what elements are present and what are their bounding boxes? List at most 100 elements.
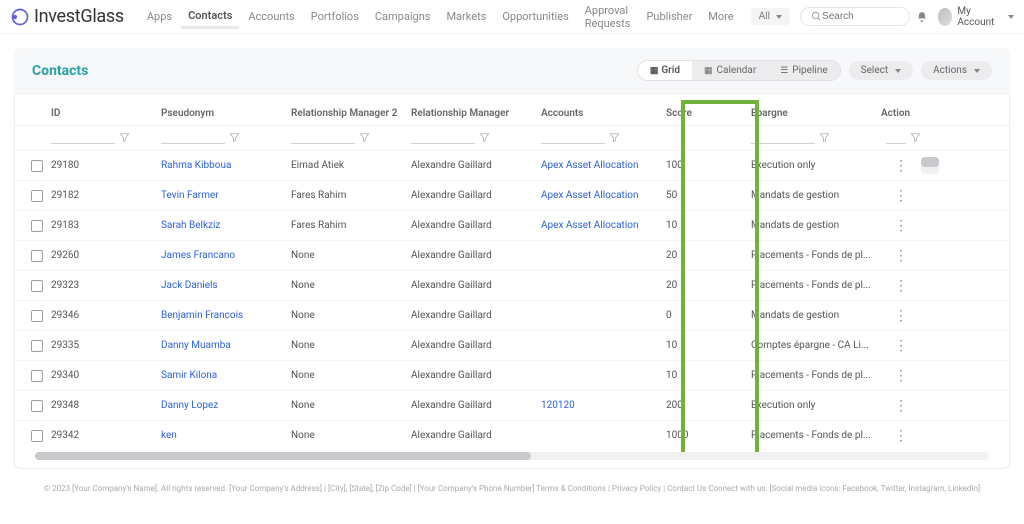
cell-pseudonym[interactable]: Jack Daniels bbox=[161, 280, 291, 291]
cell-accounts[interactable]: Apex Asset Allocation bbox=[541, 220, 666, 231]
filter-input-action[interactable] bbox=[886, 130, 906, 144]
cell-score: 200 bbox=[666, 400, 751, 411]
nav-item-contacts[interactable]: Contacts bbox=[181, 5, 239, 29]
cell-rm: Alexandre Gaillard bbox=[411, 370, 541, 381]
search-input[interactable] bbox=[822, 11, 899, 22]
page-header: Contacts ▦ Grid ▦ Calendar ☰ Pipeline Se… bbox=[14, 48, 1010, 94]
filter-input-id[interactable] bbox=[51, 130, 115, 144]
row-actions-menu[interactable]: ⋮ bbox=[881, 368, 921, 384]
row-actions-menu[interactable]: ⋮ bbox=[881, 428, 921, 444]
row-actions-menu[interactable]: ⋮ bbox=[881, 278, 921, 294]
col-rm[interactable]: Relationship Manager bbox=[411, 108, 541, 119]
filter-icon[interactable] bbox=[359, 132, 370, 143]
nav-item-accounts[interactable]: Accounts bbox=[241, 6, 301, 27]
col-pseudonym[interactable]: Pseudonym bbox=[161, 108, 291, 119]
row-checkbox[interactable] bbox=[31, 220, 43, 232]
row-actions-menu[interactable]: ⋮ bbox=[881, 308, 921, 324]
cell-id: 29342 bbox=[51, 430, 161, 441]
scrollbar-thumb[interactable] bbox=[921, 157, 939, 167]
filter-icon[interactable] bbox=[609, 132, 620, 143]
actions-dropdown[interactable]: Actions bbox=[921, 61, 992, 80]
table-container: ID Pseudonym Relationship Manager 2 Rela… bbox=[14, 94, 1010, 469]
cell-pseudonym[interactable]: Sarah Belkziz bbox=[161, 220, 291, 231]
cell-rm: Alexandre Gaillard bbox=[411, 250, 541, 261]
row-checkbox[interactable] bbox=[31, 280, 43, 292]
cell-pseudonym[interactable]: Danny Muamba bbox=[161, 340, 291, 351]
view-pipeline-button[interactable]: ☰ Pipeline bbox=[768, 61, 839, 80]
notifications-icon[interactable] bbox=[916, 10, 928, 24]
nav-item-campaigns[interactable]: Campaigns bbox=[368, 6, 438, 27]
view-calendar-button[interactable]: ▦ Calendar bbox=[692, 61, 768, 80]
horizontal-scrollbar[interactable] bbox=[35, 452, 989, 460]
filter-icon[interactable] bbox=[119, 132, 130, 143]
row-checkbox[interactable] bbox=[31, 310, 43, 322]
scrollbar-thumb[interactable] bbox=[35, 452, 531, 460]
cell-accounts[interactable]: Apex Asset Allocation bbox=[541, 160, 666, 171]
col-action[interactable]: Action bbox=[881, 108, 921, 119]
row-checkbox[interactable] bbox=[31, 400, 43, 412]
col-epargne[interactable]: Epargne bbox=[751, 108, 881, 119]
global-search[interactable] bbox=[800, 7, 910, 26]
cell-pseudonym[interactable]: Danny Lopez bbox=[161, 400, 291, 411]
nav-item-portfolios[interactable]: Portfolios bbox=[304, 6, 366, 27]
cell-epargne: Mandats de gestion bbox=[751, 310, 881, 321]
filter-icon[interactable] bbox=[229, 132, 240, 143]
nav-item-more[interactable]: More bbox=[701, 6, 740, 27]
search-icon bbox=[811, 11, 822, 22]
filter-input-epargne[interactable] bbox=[751, 130, 815, 144]
cell-rm2: None bbox=[291, 280, 411, 291]
account-menu[interactable]: My Account bbox=[938, 6, 1014, 28]
cell-pseudonym[interactable]: ken bbox=[161, 430, 291, 441]
cell-id: 29335 bbox=[51, 340, 161, 351]
vertical-scrollbar[interactable] bbox=[921, 157, 939, 174]
filter-input-accounts[interactable] bbox=[541, 130, 605, 144]
filter-icon[interactable] bbox=[910, 132, 921, 143]
row-checkbox[interactable] bbox=[31, 250, 43, 262]
filter-input-rm[interactable] bbox=[411, 130, 475, 144]
row-checkbox[interactable] bbox=[31, 370, 43, 382]
cell-accounts[interactable]: Apex Asset Allocation bbox=[541, 190, 666, 201]
cell-pseudonym[interactable]: James Francano bbox=[161, 250, 291, 261]
cell-epargne: Mandats de gestion bbox=[751, 190, 881, 201]
row-checkbox[interactable] bbox=[31, 430, 43, 442]
filter-icon[interactable] bbox=[479, 132, 490, 143]
filter-icon[interactable] bbox=[819, 132, 830, 143]
cell-accounts[interactable]: 120120 bbox=[541, 400, 666, 411]
row-actions-menu[interactable]: ⋮ bbox=[881, 218, 921, 234]
cell-rm: Alexandre Gaillard bbox=[411, 400, 541, 411]
col-score[interactable]: Score bbox=[666, 108, 751, 119]
col-rm2[interactable]: Relationship Manager 2 bbox=[291, 108, 411, 119]
nav-item-apps[interactable]: Apps bbox=[140, 6, 179, 27]
row-actions-menu[interactable]: ⋮ bbox=[881, 398, 921, 414]
main-nav: AppsContactsAccountsPortfoliosCampaignsM… bbox=[140, 0, 741, 34]
col-id[interactable]: ID bbox=[51, 108, 161, 119]
cell-epargne: Comptes épargne - CA Li... bbox=[751, 340, 881, 351]
filter-input-rm2[interactable] bbox=[291, 130, 355, 144]
cell-pseudonym[interactable]: Samir Kilona bbox=[161, 370, 291, 381]
nav-item-opportunities[interactable]: Opportunities bbox=[495, 6, 575, 27]
nav-item-markets[interactable]: Markets bbox=[439, 6, 493, 27]
cell-pseudonym[interactable]: Rahma Kibboua bbox=[161, 160, 291, 171]
row-actions-menu[interactable]: ⋮ bbox=[881, 338, 921, 354]
view-grid-button[interactable]: ▦ Grid bbox=[638, 61, 692, 80]
col-accounts[interactable]: Accounts bbox=[541, 108, 666, 119]
cell-pseudonym[interactable]: Tevin Farmer bbox=[161, 190, 291, 201]
cell-pseudonym[interactable]: Benjamin Francois bbox=[161, 310, 291, 321]
nav-item-approval-requests[interactable]: Approval Requests bbox=[578, 0, 638, 34]
calendar-icon: ▦ bbox=[704, 66, 713, 76]
cell-rm2: None bbox=[291, 430, 411, 441]
row-checkbox[interactable] bbox=[31, 160, 43, 172]
select-dropdown[interactable]: Select bbox=[849, 61, 913, 80]
nav-item-publisher[interactable]: Publisher bbox=[639, 6, 699, 27]
brand-logo: InvestGlass bbox=[10, 6, 124, 27]
avatar bbox=[938, 8, 953, 26]
table-row: 29260James FrancanoNoneAlexandre Gaillar… bbox=[15, 240, 1009, 270]
row-actions-menu[interactable]: ⋮ bbox=[881, 188, 921, 204]
nav-filter-all[interactable]: All bbox=[751, 8, 790, 25]
row-actions-menu[interactable]: ⋮ bbox=[881, 248, 921, 264]
cell-epargne: Placements - Fonds de pl... bbox=[751, 430, 881, 441]
row-checkbox[interactable] bbox=[31, 190, 43, 202]
row-actions-menu[interactable]: ⋮ bbox=[881, 158, 921, 174]
filter-input-pseudonym[interactable] bbox=[161, 130, 225, 144]
row-checkbox[interactable] bbox=[31, 340, 43, 352]
